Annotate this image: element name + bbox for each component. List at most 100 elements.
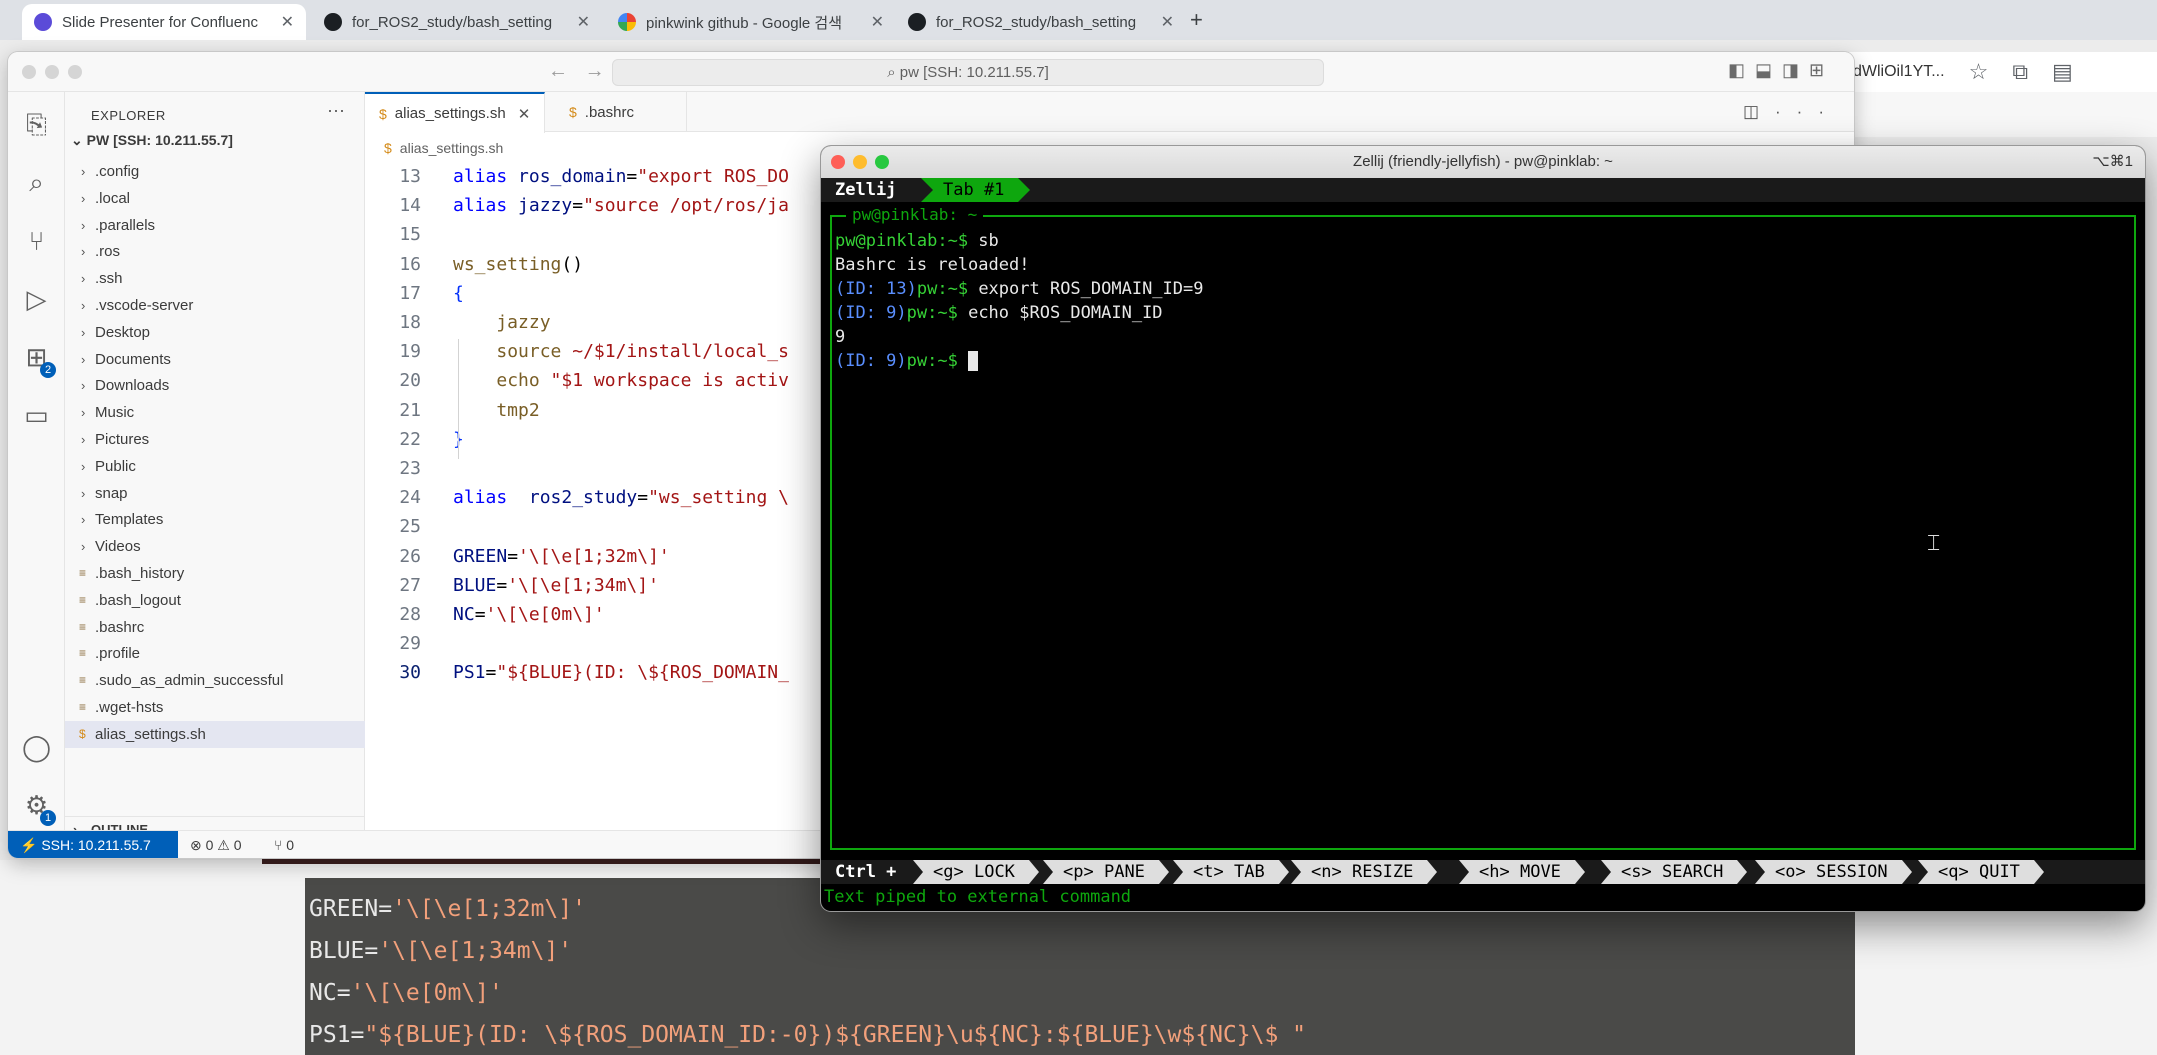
remote-explorer-icon[interactable]: ▭ <box>8 390 65 440</box>
tree-file[interactable]: ≡ .profile <box>65 640 365 667</box>
key-resize[interactable]: <n> RESIZE <box>1291 860 1438 884</box>
run-debug-icon[interactable]: ▷ <box>8 274 65 324</box>
tab-bashrc[interactable]: $ .bashrc <box>555 92 687 132</box>
key-pane[interactable]: <p> PANE <box>1043 860 1169 884</box>
tree-folder[interactable]: › snap <box>65 480 365 507</box>
remote-label: SSH: 10.211.55.7 <box>41 837 151 853</box>
command-center-search[interactable]: ⌕ pw [SSH: 10.211.55.7] <box>612 59 1324 86</box>
toggle-sidebar-icon[interactable]: ◧ <box>1728 60 1755 80</box>
key-lock[interactable]: <g> LOCK <box>913 860 1039 884</box>
close-icon[interactable]: ✕ <box>1161 12 1174 32</box>
remote-indicator[interactable]: ⚡ SSH: 10.211.55.7 <box>8 831 178 858</box>
explorer-icon[interactable]: ⎘ <box>8 100 65 150</box>
code-text: BLUE='\[\e[1;34m\]' <box>453 575 659 596</box>
gear-icon[interactable]: ⚙ 1 <box>8 780 65 830</box>
key-search[interactable]: <s> SEARCH <box>1601 860 1748 884</box>
code-text: alias jazzy="source /opt/ros/ja <box>453 195 789 216</box>
close-window-button[interactable] <box>831 155 845 169</box>
chevron-right-icon: › <box>81 218 86 233</box>
key-session[interactable]: <o> SESSION <box>1755 860 1912 884</box>
tree-folder[interactable]: › Templates <box>65 506 365 533</box>
tree-item-label: .ros <box>95 243 121 260</box>
tree-folder[interactable]: › .parallels <box>65 212 365 239</box>
zoom-window-button[interactable] <box>875 155 889 169</box>
line-number: 21 <box>399 400 421 421</box>
terminal-line: (ID: 9)pw:~$ <box>835 349 979 373</box>
zoom-window-button[interactable] <box>68 65 82 79</box>
minimize-window-button[interactable] <box>45 65 59 79</box>
tree-file[interactable]: ≡ .bash_logout <box>65 587 365 614</box>
minimize-window-button[interactable] <box>853 155 867 169</box>
tree-folder[interactable]: › .vscode-server <box>65 292 365 319</box>
browser-tab-github-2[interactable]: for_ROS2_study/bash_setting ✕ <box>896 4 1186 40</box>
breadcrumb[interactable]: $ alias_settings.sh <box>384 140 503 156</box>
account-icon[interactable]: ◯ <box>8 722 65 772</box>
extensions-icon[interactable]: ⊞ 2 <box>8 332 65 382</box>
bookmark-star-icon[interactable]: ☆ <box>1969 59 1989 85</box>
slide-code-line: BLUE='\[\e[1;34m\]' <box>309 938 573 964</box>
ports-indicator[interactable]: ⑂ 0 <box>274 831 294 858</box>
tree-file[interactable]: $ alias_settings.sh <box>65 721 365 748</box>
browser-tab-confluence[interactable]: Slide Presenter for Confluenc ✕ <box>22 4 306 40</box>
source-control-icon[interactable]: ⑂ <box>8 216 65 266</box>
tree-folder[interactable]: › .ros <box>65 238 365 265</box>
key-move[interactable]: <h> MOVE <box>1459 860 1585 884</box>
tree-file[interactable]: ≡ .sudo_as_admin_successful <box>65 667 365 694</box>
line-number: 23 <box>399 458 421 479</box>
close-icon[interactable]: ✕ <box>281 12 294 32</box>
tree-item-label: Downloads <box>95 377 170 394</box>
tree-file[interactable]: ≡ .wget-hsts <box>65 694 365 721</box>
tree-folder[interactable]: › Public <box>65 453 365 480</box>
indent-guide <box>458 339 459 459</box>
tree-file[interactable]: ≡ .bashrc <box>65 614 365 641</box>
search-icon[interactable]: ⌕ <box>8 158 65 208</box>
terminal-title-bar: Zellij (friendly-jellyfish) - pw@pinklab… <box>821 146 2145 178</box>
close-window-button[interactable] <box>22 65 36 79</box>
browser-tab-github-1[interactable]: for_ROS2_study/bash_setting ✕ <box>312 4 602 40</box>
split-editor-icon[interactable]: ◫ <box>1743 102 1775 121</box>
back-arrow-icon[interactable]: ← <box>548 60 568 82</box>
extensions-icon[interactable]: ⧉ <box>2012 59 2028 85</box>
root-folder[interactable]: ⌄ PW [SSH: 10.211.55.7] <box>71 132 233 149</box>
tree-folder[interactable]: › Music <box>65 399 365 426</box>
tree-folder[interactable]: › Documents <box>65 346 365 373</box>
code-text: alias ros_domain="export ROS_DO <box>453 166 789 187</box>
forward-arrow-icon[interactable]: → <box>585 60 605 82</box>
zellij-tab-1[interactable]: Tab #1 <box>921 178 1031 202</box>
tree-folder[interactable]: › Pictures <box>65 426 365 453</box>
tree-folder[interactable]: › .local <box>65 185 365 212</box>
close-icon[interactable]: ✕ <box>518 105 531 123</box>
close-icon[interactable]: ✕ <box>577 12 590 32</box>
side-panel-icon[interactable]: ▤ <box>2052 59 2073 85</box>
terminal-line: (ID: 13)pw:~$ export ROS_DOMAIN_ID=9 <box>835 279 1204 299</box>
line-number: 27 <box>399 575 421 596</box>
toggle-secondary-sidebar-icon[interactable]: ◨ <box>1782 60 1809 80</box>
toggle-panel-icon[interactable]: ⬓ <box>1755 60 1782 80</box>
tree-file[interactable]: ≡ .bash_history <box>65 560 365 587</box>
extensions-badge: 2 <box>40 362 56 378</box>
address-bar-tail[interactable]: dWliOil1YT... <box>1853 63 1945 81</box>
line-number: 25 <box>399 516 421 537</box>
tree-folder[interactable]: › Videos <box>65 533 365 560</box>
new-tab-button[interactable]: + <box>1190 7 1203 33</box>
code-text: NC='\[\e[0m\]' <box>453 604 605 625</box>
tab-alias-settings[interactable]: $ alias_settings.sh ✕ <box>365 92 546 133</box>
tree-folder[interactable]: › .config <box>65 158 365 185</box>
tree-folder[interactable]: › .ssh <box>65 265 365 292</box>
chevron-right-icon: › <box>81 325 86 340</box>
problems-indicator[interactable]: ⊗ 0 ⚠ 0 <box>190 831 242 858</box>
zellij-tab-bar: Zellij Tab #1 <box>821 178 2145 202</box>
key-quit[interactable]: <q> QUIT <box>1918 860 2044 884</box>
tree-folder[interactable]: › Desktop <box>65 319 365 346</box>
close-icon[interactable]: ✕ <box>871 12 884 32</box>
tree-folder[interactable]: › Downloads <box>65 372 365 399</box>
browser-tab-google[interactable]: pinkwink github - Google 검색 ✕ <box>606 4 896 40</box>
key-tab[interactable]: <t> TAB <box>1173 860 1289 884</box>
tree-item-label: Videos <box>95 538 141 555</box>
more-actions-icon[interactable]: ··· <box>327 100 345 121</box>
slide-divider <box>262 858 822 864</box>
more-actions-icon[interactable]: ··· <box>1775 102 1840 121</box>
customize-layout-icon[interactable]: ⊞ <box>1809 60 1834 80</box>
chevron-right-icon: › <box>81 378 86 393</box>
tree-item-label: Music <box>95 404 135 421</box>
